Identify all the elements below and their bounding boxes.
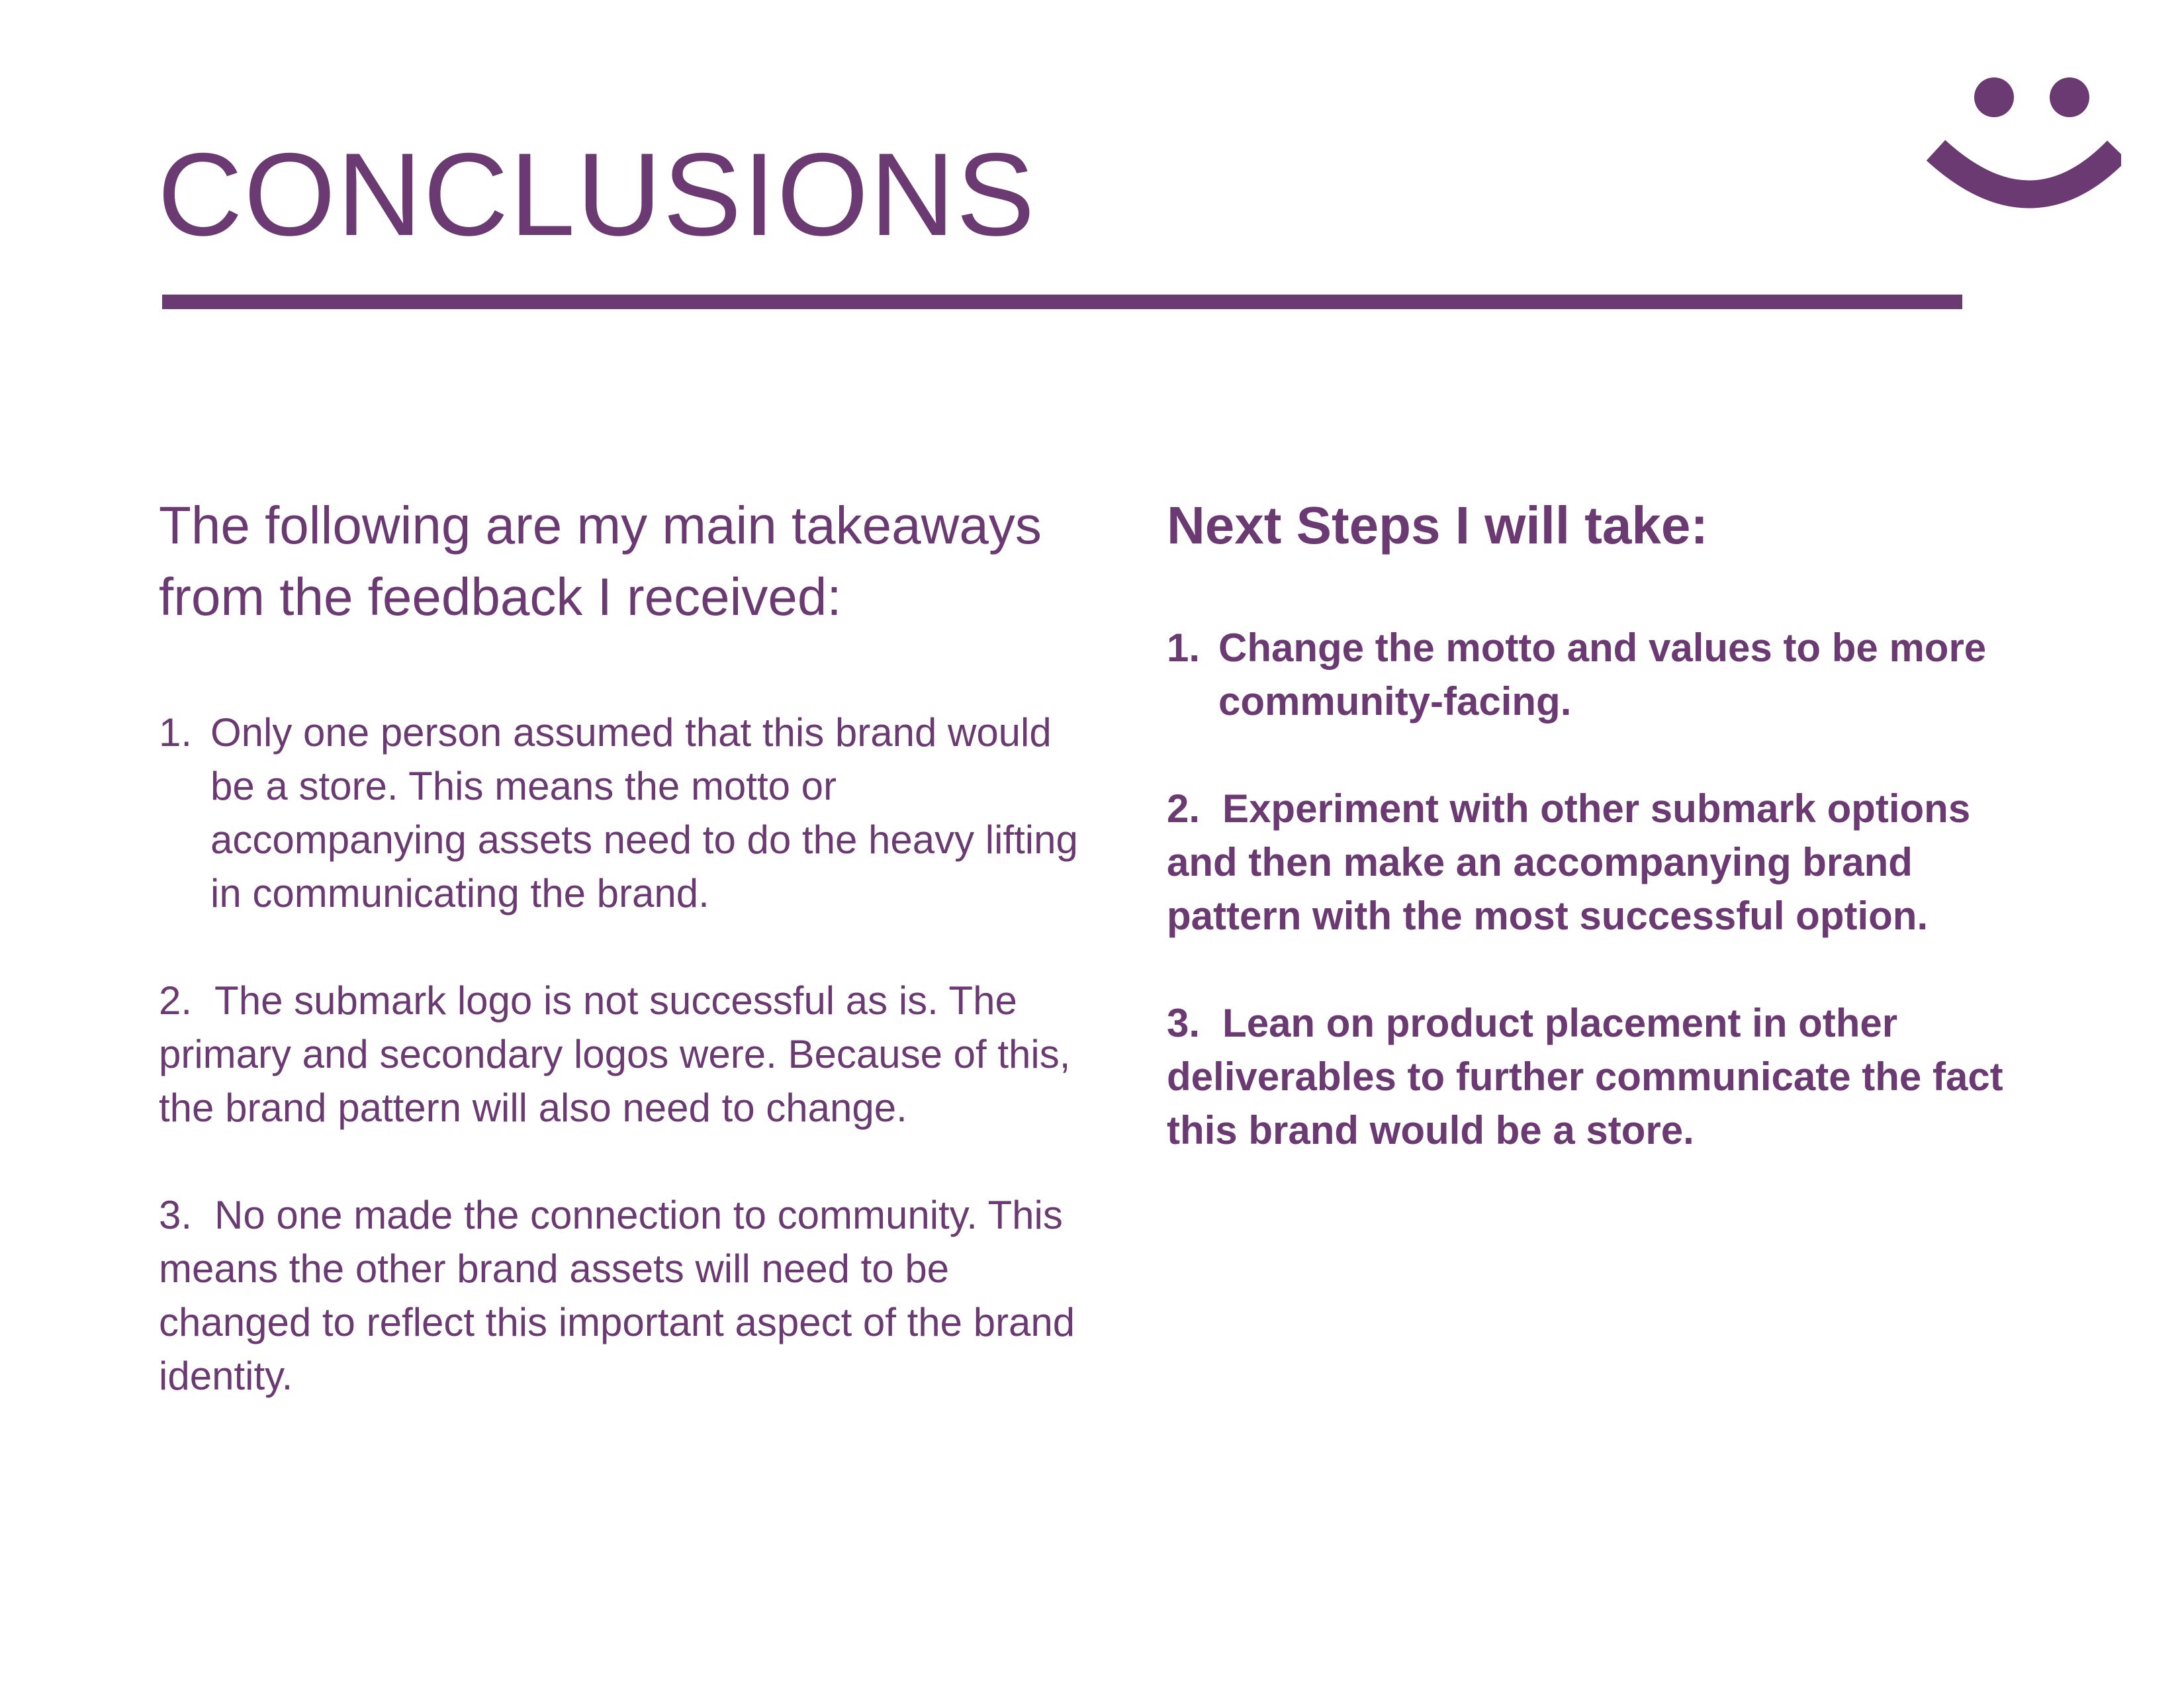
takeaway-text: No one made the connection to community.… [159, 1193, 1075, 1398]
next-step-item: 2. Experiment with other submark options … [1167, 782, 2047, 943]
next-step-text: Experiment with other submark options an… [1167, 786, 1971, 938]
takeaway-item: 3. No one made the connection to communit… [159, 1188, 1099, 1403]
smiley-mouth [1926, 140, 2121, 209]
takeaway-item: 2. The submark logo is not successful as … [159, 974, 1099, 1135]
next-steps-list: 1. Change the motto and values to be more… [1167, 621, 2047, 1157]
next-step-item: 1. Change the motto and values to be more… [1167, 621, 2047, 728]
takeaways-intro: The following are my main takeaways from… [159, 496, 1042, 626]
takeaways-list: 1. Only one person assumed that this bran… [159, 706, 1099, 1403]
takeaway-text: Only one person assumed that this brand … [210, 710, 1078, 915]
next-step-text: Change the motto and values to be more c… [1218, 626, 1987, 724]
next-step-number: 1. [1167, 626, 1201, 670]
next-step-number: 3. [1167, 1001, 1201, 1045]
takeaways-section: The following are my main takeaways from… [159, 490, 1099, 1403]
next-step-number: 2. [1167, 786, 1201, 831]
takeaway-number: 2. [159, 978, 193, 1023]
page-title: CONCLUSIONS [158, 128, 1036, 260]
next-steps-section: Next Steps I will take: 1. Change the mot… [1167, 490, 2047, 1157]
takeaway-number: 1. [159, 710, 193, 755]
smiley-face-icon [1926, 77, 2121, 209]
next-step-text: Lean on product placement in other deliv… [1167, 1001, 2003, 1152]
next-step-item: 3. Lean on product placement in other del… [1167, 996, 2047, 1157]
title-divider [162, 295, 1962, 309]
next-steps-heading: Next Steps I will take: [1167, 496, 1709, 555]
smiley-right-eye [2050, 77, 2089, 117]
takeaway-item: 1. Only one person assumed that this bran… [159, 706, 1099, 920]
takeaway-number: 3. [159, 1193, 193, 1237]
takeaway-text: The submark logo is not successful as is… [159, 978, 1071, 1130]
smiley-left-eye [1974, 77, 2014, 117]
